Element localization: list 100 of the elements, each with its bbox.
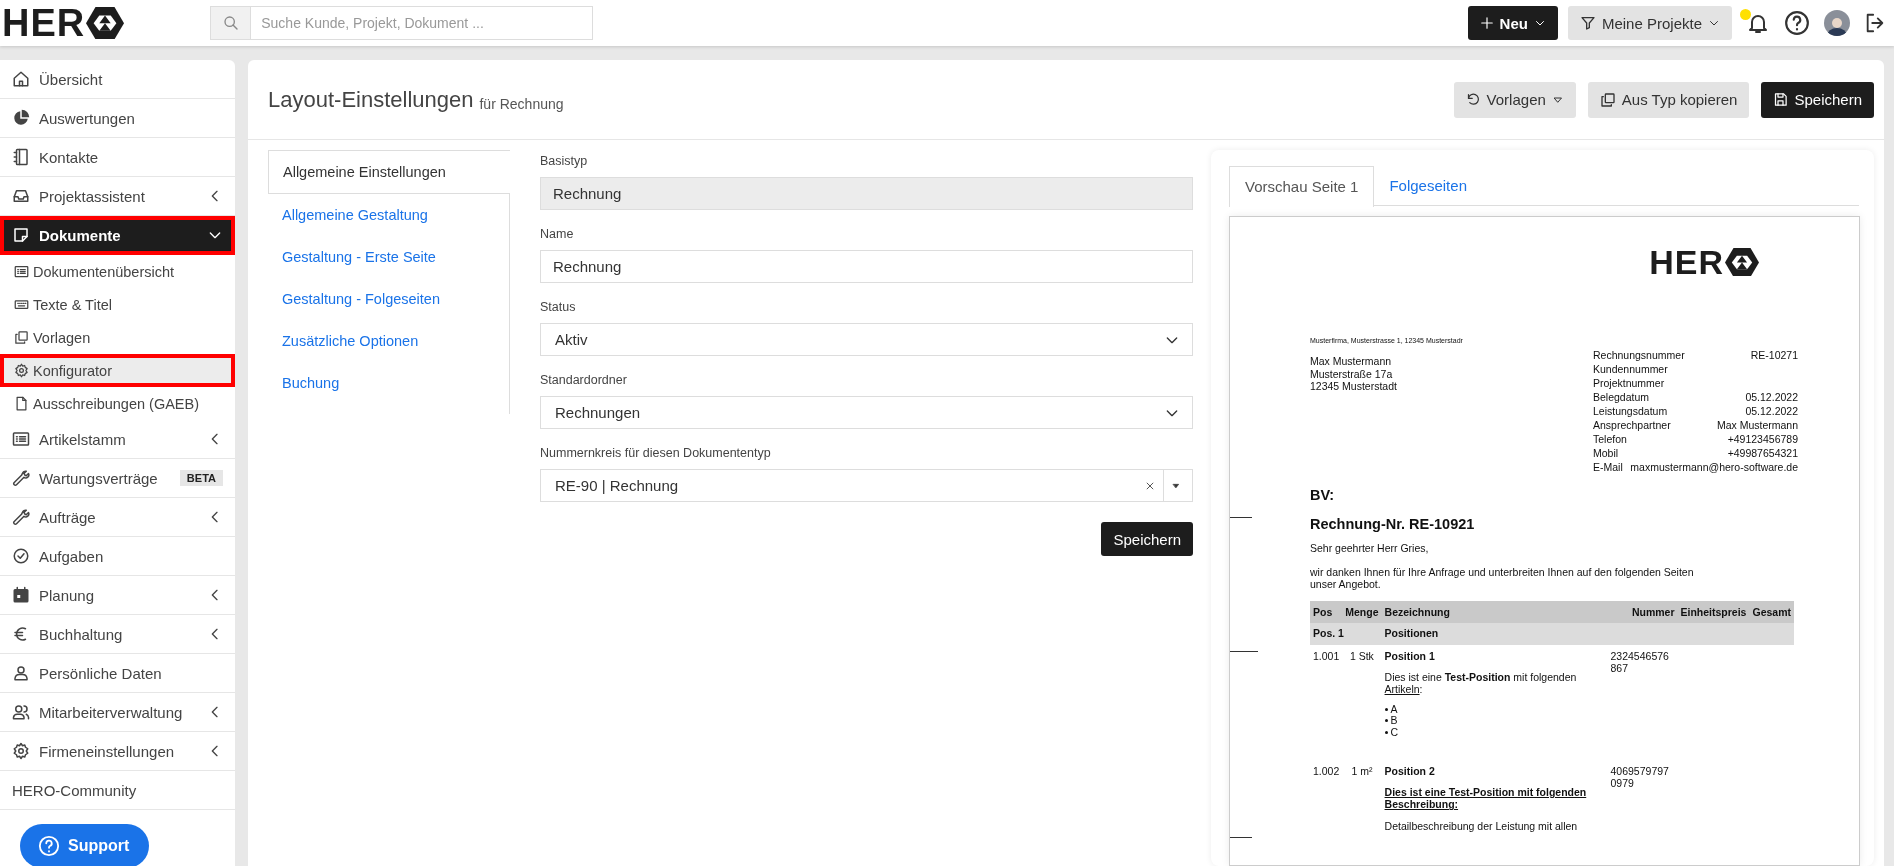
gear-icon: [12, 742, 30, 760]
preview-tab[interactable]: Vorschau Seite 1: [1229, 166, 1375, 207]
column-header: Pos: [1310, 600, 1343, 623]
bullet-text: C: [1390, 726, 1399, 739]
preview-tab[interactable]: Folgeseiten: [1374, 166, 1482, 205]
list-icon: [12, 430, 30, 448]
position-title: Position 2: [1384, 765, 1436, 778]
combobox-field[interactable]: RE-90 | Rechnung: [540, 469, 1193, 502]
column-header: Einheitspreis: [1677, 600, 1750, 623]
select-field[interactable]: Aktiv: [540, 323, 1193, 356]
beta-badge: BETA: [179, 470, 223, 486]
bullet-icon: [1384, 719, 1388, 723]
list-icon: [14, 264, 29, 279]
settings-tab[interactable]: Gestaltung - Folgeseiten: [268, 278, 509, 320]
sidebar-item[interactable]: Wartungsverträge BETA: [0, 459, 235, 498]
info-value: maxmustermann@hero-software.de: [1630, 460, 1798, 475]
sidebar-item[interactable]: Aufträge: [0, 498, 235, 537]
table-cell-text: 2324546576867: [1610, 649, 1670, 674]
users-icon: [12, 703, 30, 721]
save-button[interactable]: Speichern: [1761, 81, 1874, 118]
sidebar-item[interactable]: Auswertungen: [0, 99, 235, 138]
wrench-icon: [12, 508, 30, 526]
sidebar-item[interactable]: Konfigurator: [0, 354, 235, 387]
info-value: +49123456789: [1727, 432, 1798, 447]
fold-mark: [1230, 837, 1252, 838]
info-label: Mobil: [1593, 446, 1619, 461]
sidebar-item[interactable]: Vorlagen: [0, 321, 235, 354]
settings-tab[interactable]: Gestaltung - Erste Seite: [268, 236, 509, 278]
save-button[interactable]: Speichern: [1101, 522, 1193, 556]
avatar[interactable]: [1824, 10, 1850, 36]
sidebar-item[interactable]: Buchhaltung: [0, 615, 235, 654]
logout-icon[interactable]: [1864, 12, 1886, 34]
copy-icon: [1599, 91, 1616, 108]
salutation: Sehr geehrter Herr Gries,: [1310, 541, 1430, 554]
copy-button[interactable]: Aus Typ kopieren: [1587, 81, 1750, 118]
table-cell-text: 40695797970979: [1610, 765, 1670, 790]
column-header: Menge: [1342, 600, 1382, 623]
sidebar-item[interactable]: Persönliche Daten: [0, 654, 235, 693]
recipient-line: Musterstraße 17a: [1310, 367, 1394, 381]
keyboard-icon: [14, 297, 29, 312]
info-label: E-Mail: [1593, 460, 1623, 475]
settings-tab[interactable]: Allgemeine Gestaltung: [268, 194, 509, 236]
help-icon: [38, 835, 60, 857]
help-icon[interactable]: [1784, 10, 1810, 36]
field-label: Name: [540, 227, 574, 241]
group-cell: Pos. 1: [1310, 622, 1382, 645]
field-label: Nummernkreis für diesen Dokumententyp: [540, 446, 771, 460]
position-description: Dies ist eine Test-Position mit folgenden Artikeln:: [1384, 670, 1578, 695]
text-field[interactable]: Rechnung: [540, 250, 1193, 283]
info-value: +49987654321: [1727, 446, 1798, 461]
sidebar-item[interactable]: Firmeneinstellungen: [0, 732, 235, 771]
field-label: Basistyp: [540, 154, 588, 168]
filter-icon: [1579, 15, 1596, 31]
info-value: RE-10271: [1750, 349, 1798, 363]
file-icon: [14, 396, 29, 411]
projects-filter-button[interactable]: Meine Projekte: [1567, 6, 1732, 40]
recipient-line: 12345 Musterstadt: [1310, 380, 1398, 393]
support-button[interactable]: Support: [20, 824, 150, 866]
caret-icon[interactable]: [1172, 481, 1180, 490]
info-label: Projektnummer: [1593, 376, 1665, 391]
note-icon: [12, 226, 30, 244]
new-button[interactable]: Neu: [1467, 6, 1558, 40]
field-label: Status: [540, 300, 576, 314]
templates-button[interactable]: Vorlagen: [1453, 81, 1576, 118]
column-header: Bezeichnung: [1381, 600, 1608, 623]
sidebar-item[interactable]: Kontakte: [0, 138, 235, 177]
sidebar-item[interactable]: Dokumente: [0, 216, 235, 255]
info-label: Telefon: [1593, 432, 1627, 447]
sidebar-item[interactable]: Planung: [0, 576, 235, 615]
sidebar-item[interactable]: Ausschreibungen (GAEB): [0, 387, 235, 420]
sidebar-item[interactable]: Mitarbeiterverwaltung: [0, 693, 235, 732]
table-cell: 1.001: [1310, 644, 1343, 761]
fold-mark: [1230, 651, 1258, 652]
sidebar-item[interactable]: Artikelstamm: [0, 420, 235, 459]
position-detail: Detailbeschreibung der Leistung mit allen: [1384, 820, 1579, 833]
settings-tab[interactable]: Allgemeine Einstellungen: [268, 150, 510, 194]
info-value: 05.12.2022: [1745, 404, 1798, 419]
info-label: Leistungsdatum: [1593, 404, 1668, 419]
column-header: Nummer: [1607, 600, 1678, 623]
copy-icon: [14, 330, 29, 345]
info-label: Kundennummer: [1593, 362, 1668, 377]
sidebar-item[interactable]: Texte & Titel: [0, 288, 235, 321]
info-value: Max Mustermann: [1716, 418, 1798, 433]
sidebar-item[interactable]: Dokumentenübersicht: [0, 255, 235, 288]
bullet-text: A: [1390, 703, 1398, 716]
search-field[interactable]: Suche Kunde, Projekt, Dokument ...: [250, 6, 594, 40]
clear-icon[interactable]: [1145, 480, 1155, 491]
page-subtitle: für Rechnung: [479, 95, 564, 112]
sidebar-item[interactable]: Übersicht: [0, 60, 235, 99]
calendar-icon: [12, 586, 30, 604]
info-label: Belegdatum: [1593, 390, 1650, 405]
logo-text: HER: [1649, 245, 1724, 279]
select-field[interactable]: Rechnungen: [540, 396, 1193, 429]
sidebar-item[interactable]: HERO-Community: [0, 771, 235, 810]
logo-mark-icon: [86, 6, 125, 40]
settings-tab[interactable]: Buchung: [268, 362, 509, 404]
info-value: 05.12.2022: [1745, 390, 1798, 405]
settings-tab[interactable]: Zusätzliche Optionen: [268, 320, 509, 362]
sidebar-item[interactable]: Aufgaben: [0, 537, 235, 576]
user-icon: [12, 664, 30, 682]
